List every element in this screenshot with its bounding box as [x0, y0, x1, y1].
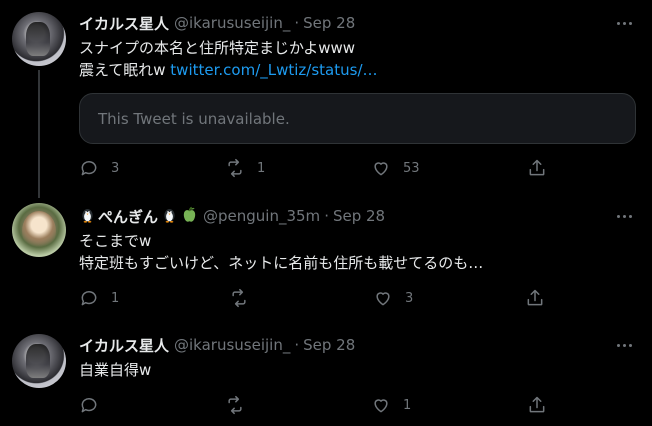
retweet-button[interactable]: 1 [225, 157, 265, 179]
tweet-text-fragment: 震えて眠れw [79, 61, 171, 79]
user-handle[interactable]: @ikarususeijin_ [174, 14, 290, 32]
tweet-link[interactable]: twitter.com/_Lwtiz/status/… [170, 61, 377, 79]
avatar[interactable] [12, 203, 66, 257]
reply-button[interactable]: 1 [79, 287, 119, 309]
tweet-text-line: 特定班もすごいけど、ネットに名前も住所も載せてるのも… [79, 254, 484, 272]
tweet-actions: 1 3 [79, 287, 559, 309]
tweet-text: 自業自得w [79, 359, 151, 381]
penguin-emoji [79, 206, 96, 227]
tweet-text-line: スナイプの本名と住所特定まじかよwww [79, 39, 356, 57]
retweet-icon [228, 158, 242, 178]
like-icon [376, 292, 390, 306]
avatar[interactable] [12, 334, 66, 388]
tweet-text-line: そこまでw [79, 232, 152, 250]
tweet-text-line: 震えて眠れw twitter.com/_Lwtiz/status/… [79, 59, 378, 81]
display-name[interactable]: イカルス星人 [79, 335, 169, 356]
reply-count: 3 [111, 160, 120, 176]
share-icon [527, 289, 543, 306]
quoted-tweet-unavailable-text: This Tweet is unavailable. [98, 109, 290, 128]
tweet-3[interactable]: イカルス星人 @ikarususeijin_ · Sep 28 自業自得w 1 [0, 322, 652, 426]
reply-icon [81, 291, 97, 306]
tweet-header: イカルス星人 @ikarususeijin_ · Sep 28 [79, 335, 355, 355]
green-apple-emoji [181, 206, 198, 227]
tweet-2[interactable]: ぺんぎん @penguin_35m · Sep 28 そこまでw 特定班もすごい… [0, 195, 652, 322]
tweet-header: ぺんぎん @penguin_35m · Sep 28 [79, 206, 385, 226]
tweet-actions: 1 [79, 394, 559, 416]
tweet-text: そこまでw 特定班もすごいけど、ネットに名前も住所も載せてるのも… [79, 230, 483, 274]
retweet-icon [232, 288, 246, 308]
separator-dot: · [294, 336, 300, 354]
tweet-text-line: 自業自得w [79, 361, 152, 379]
tweet-1[interactable]: イカルス星人 @ikarususeijin_ · Sep 28 スナイプの本名と… [0, 0, 652, 195]
like-count: 1 [403, 397, 412, 413]
more-icon[interactable] [612, 335, 636, 355]
reply-count: 1 [111, 290, 120, 306]
separator-dot: · [324, 207, 329, 225]
retweet-count: 1 [257, 160, 266, 176]
penguin-emoji [161, 206, 178, 227]
share-button[interactable] [527, 157, 547, 179]
retweet-button[interactable] [229, 287, 261, 309]
reply-button[interactable]: 3 [79, 157, 119, 179]
display-name[interactable]: ぺんぎん [98, 206, 158, 227]
share-button[interactable] [527, 394, 547, 416]
like-count: 53 [403, 160, 420, 176]
user-handle[interactable]: @ikarususeijin_ [174, 336, 290, 354]
share-icon [529, 396, 545, 413]
tweet-date[interactable]: Sep 28 [303, 14, 355, 32]
reply-button[interactable] [79, 394, 111, 416]
tweet-date[interactable]: Sep 28 [303, 336, 355, 354]
like-button[interactable]: 3 [373, 287, 413, 309]
display-name[interactable]: イカルス星人 [79, 13, 169, 34]
more-icon[interactable] [612, 13, 636, 33]
user-handle[interactable]: @penguin_35m [203, 207, 320, 225]
avatar[interactable] [12, 12, 66, 66]
like-icon [374, 399, 388, 413]
tweet-date[interactable]: Sep 28 [333, 207, 385, 225]
tweet-text: スナイプの本名と住所特定まじかよwww 震えて眠れw twitter.com/_… [79, 37, 378, 81]
share-button[interactable] [525, 287, 545, 309]
like-icon [374, 162, 388, 176]
more-icon[interactable] [612, 206, 636, 226]
tweet-header: イカルス星人 @ikarususeijin_ · Sep 28 [79, 13, 355, 33]
tweet-actions: 3 1 53 [79, 157, 559, 179]
quoted-tweet-card[interactable]: This Tweet is unavailable. [79, 93, 636, 144]
retweet-button[interactable] [225, 394, 257, 416]
like-button[interactable]: 1 [371, 394, 411, 416]
retweet-icon [228, 395, 242, 415]
like-count: 3 [405, 290, 414, 306]
reply-icon [81, 161, 97, 176]
share-icon [529, 159, 545, 176]
reply-icon [81, 398, 97, 413]
like-button[interactable]: 53 [371, 157, 420, 179]
separator-dot: · [294, 14, 300, 32]
